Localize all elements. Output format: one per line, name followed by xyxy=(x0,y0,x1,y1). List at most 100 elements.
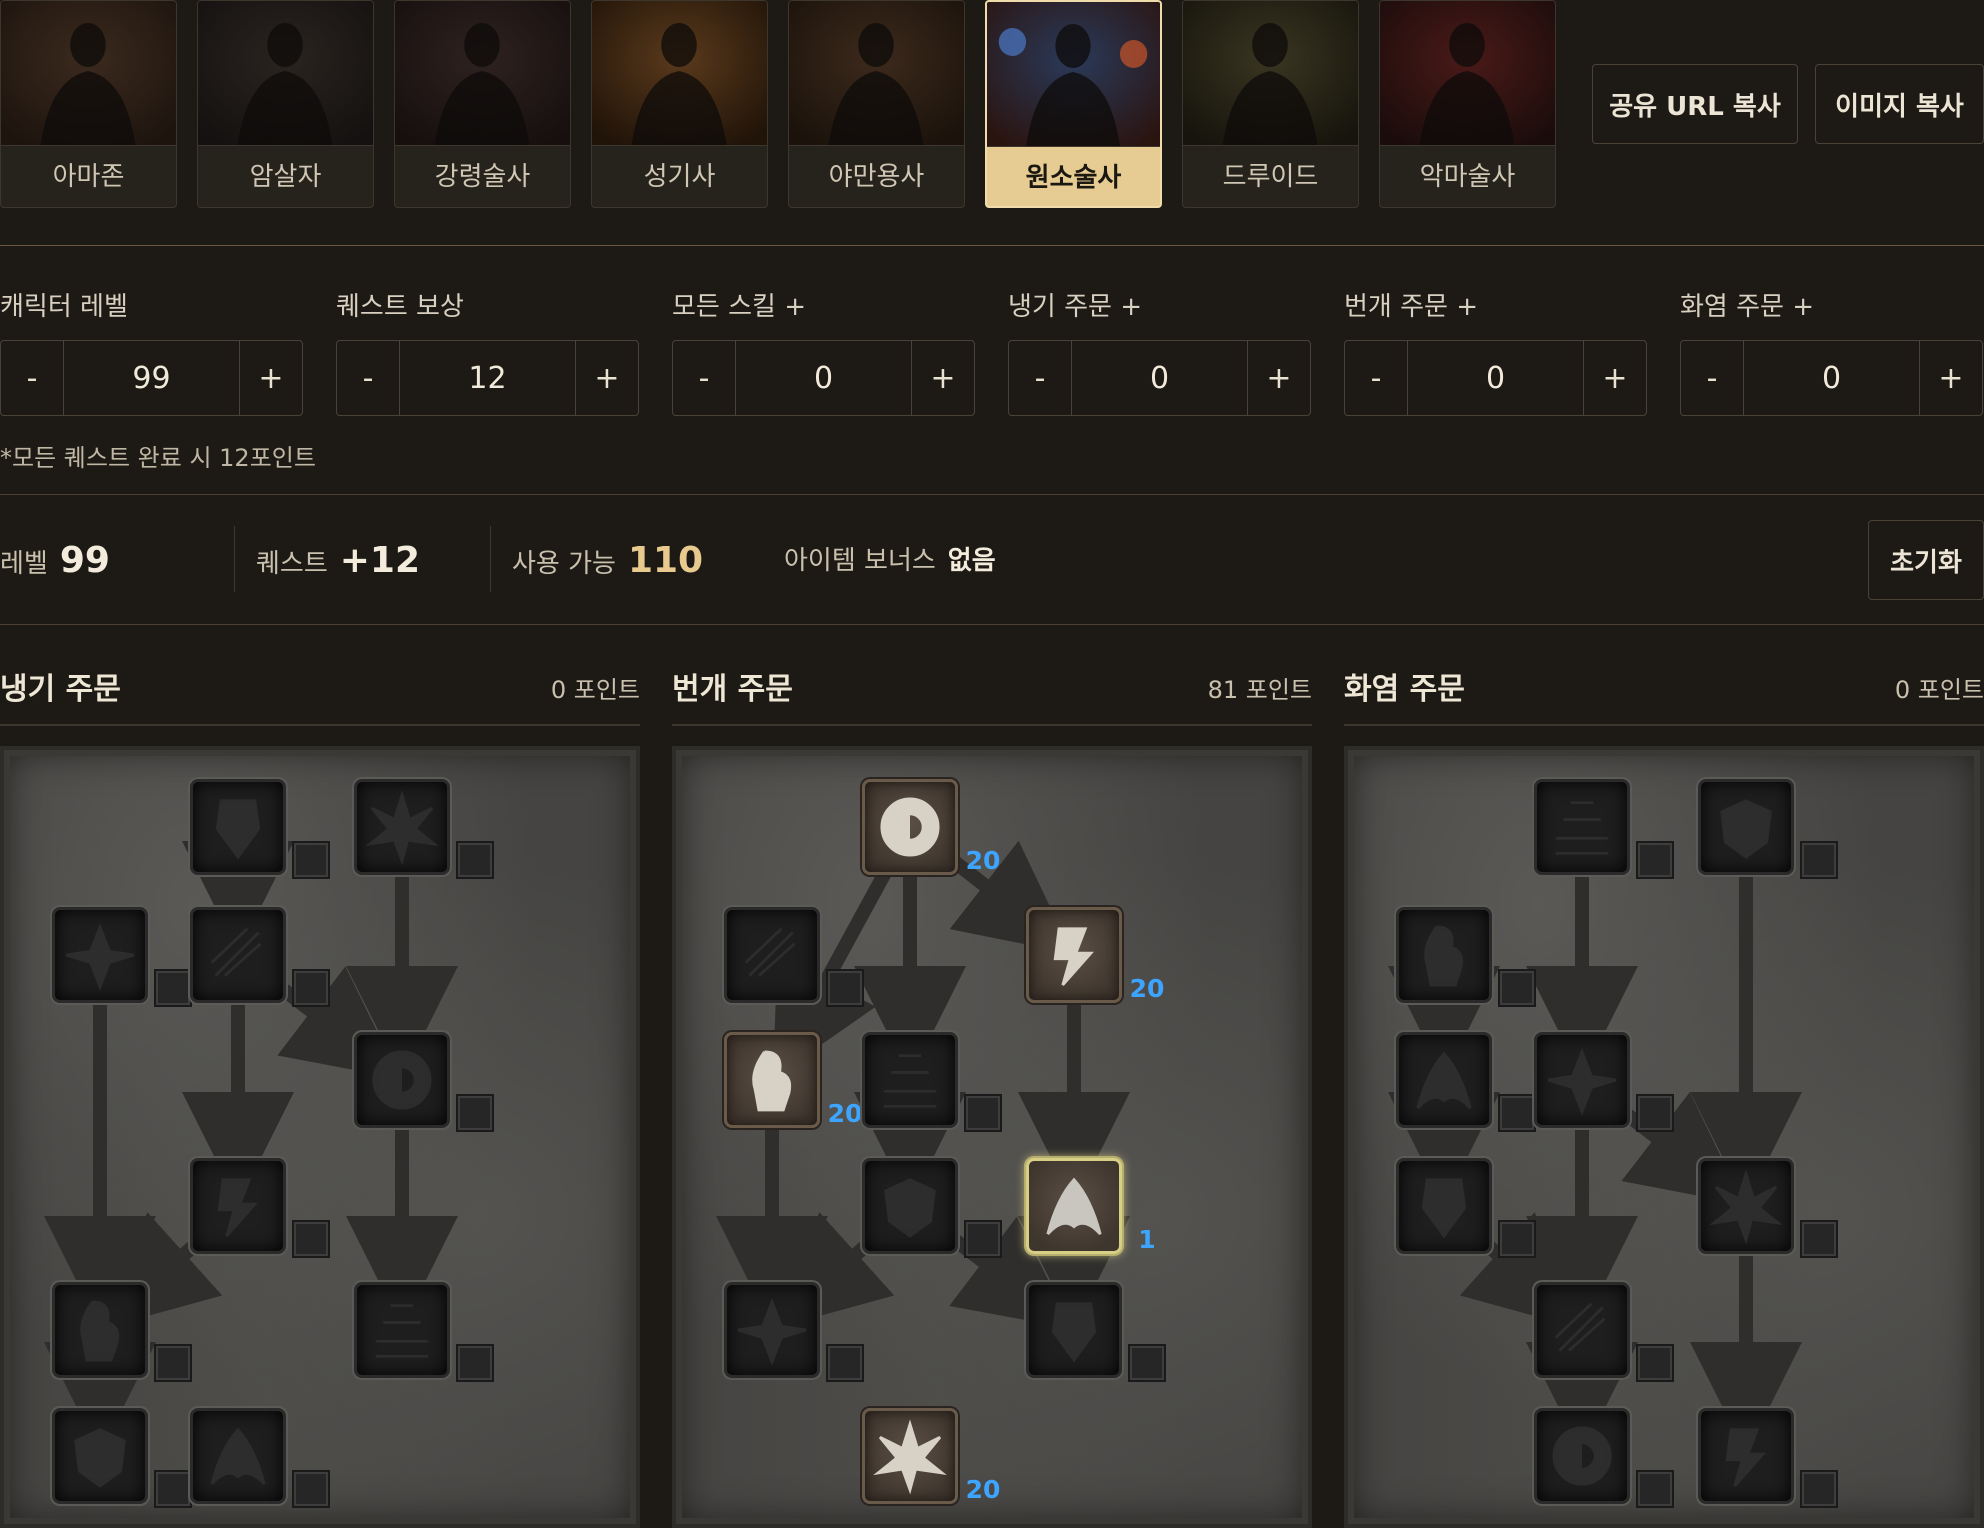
tree-title: 번개 주문 xyxy=(672,672,793,707)
stat-value-input[interactable]: 12 xyxy=(399,341,576,415)
item-bonus-label: 아이템 보너스 xyxy=(784,546,936,576)
blaze-icon xyxy=(1399,1035,1489,1125)
cold-mastery-icon xyxy=(193,1411,283,1501)
stat-stepper: -0 + xyxy=(1008,340,1311,416)
stat-stepper: -99 + xyxy=(0,340,303,416)
stat-value-input[interactable]: 0 xyxy=(1743,341,1920,415)
class-tab-4[interactable]: 성기사 xyxy=(591,0,768,208)
stat-label: 모든 스킬 + xyxy=(672,292,806,322)
warmth-icon xyxy=(1537,782,1627,872)
increment-button[interactable]: + xyxy=(912,341,974,415)
increment-button[interactable]: + xyxy=(1584,341,1646,415)
decrement-button[interactable]: - xyxy=(337,341,399,415)
decrement-button[interactable]: - xyxy=(1681,341,1743,415)
decrement-button[interactable]: - xyxy=(1,341,63,415)
warmth-skill[interactable] xyxy=(1534,779,1630,875)
ice-bolt-icon xyxy=(55,910,145,1000)
blizzard-skill[interactable] xyxy=(52,1282,148,1378)
stat-label: 캐릭터 레벨 xyxy=(0,292,128,322)
shiver-armor-skill[interactable] xyxy=(354,1032,450,1128)
chain-lightning-skill[interactable] xyxy=(862,1158,958,1254)
ice-bolt-skill[interactable] xyxy=(52,907,148,1003)
decrement-button[interactable]: - xyxy=(1345,341,1407,415)
inferno-skill[interactable] xyxy=(1698,779,1794,875)
increment-button[interactable]: + xyxy=(576,341,638,415)
fire-bolt-skill[interactable] xyxy=(1396,907,1492,1003)
increment-button[interactable]: + xyxy=(240,341,302,415)
skill-level xyxy=(1128,1344,1166,1382)
class-label: 원소술사 xyxy=(1025,163,1122,193)
copy-share-url-button[interactable]: 공유 URL 복사 xyxy=(1592,64,1798,144)
class-tab-5[interactable]: 야만용사 xyxy=(788,0,965,208)
teleport-skill[interactable] xyxy=(1026,1158,1122,1254)
copy-image-button[interactable]: 이미지 복사 xyxy=(1815,64,1984,144)
lightning-skill[interactable] xyxy=(862,1032,958,1128)
skill-level xyxy=(964,1220,1002,1258)
divider xyxy=(1344,724,1984,726)
skill-level xyxy=(1800,1220,1838,1258)
class-tab-1[interactable]: 아마존 xyxy=(0,0,177,208)
ice-blast-skill[interactable] xyxy=(190,907,286,1003)
frozen-orb-skill[interactable] xyxy=(52,1408,148,1504)
skill-level xyxy=(1800,1470,1838,1508)
skill-level xyxy=(456,1344,494,1382)
item-bonus-value: 없음 xyxy=(947,546,996,576)
nova-skill[interactable] xyxy=(724,1032,820,1128)
decrement-button[interactable]: - xyxy=(1009,341,1071,415)
level-value: 99 xyxy=(59,540,110,581)
class-tab-7[interactable]: 드루이드 xyxy=(1182,0,1359,208)
increment-button[interactable]: + xyxy=(1248,341,1310,415)
quest-value: +12 xyxy=(339,540,421,581)
increment-button[interactable]: + xyxy=(1920,341,1982,415)
lightning-mastery-skill[interactable] xyxy=(862,1408,958,1504)
hydra-icon xyxy=(1701,1411,1791,1501)
chilling-armor-skill[interactable] xyxy=(354,1282,450,1378)
nova-icon xyxy=(727,1035,817,1125)
skill-level xyxy=(1636,841,1674,879)
thunder-storm-skill[interactable] xyxy=(724,1282,820,1378)
skill-level xyxy=(1636,1344,1674,1382)
static-field-skill[interactable] xyxy=(862,779,958,875)
stat-value-input[interactable]: 0 xyxy=(735,341,912,415)
skill-level: 20 xyxy=(827,1098,863,1128)
stat-value-input[interactable]: 0 xyxy=(1407,341,1584,415)
tree-title: 냉기 주문 xyxy=(0,672,121,707)
skill-tree-panel xyxy=(0,746,640,1528)
stat-value-input[interactable]: 99 xyxy=(63,341,240,415)
decrement-button[interactable]: - xyxy=(673,341,735,415)
class-portrait xyxy=(1,1,176,146)
fire-ball-skill[interactable] xyxy=(1534,1032,1630,1128)
summary-quest: 퀘스트 +12 xyxy=(256,540,420,584)
teleport-icon xyxy=(1029,1161,1119,1251)
ice-blast-icon xyxy=(193,910,283,1000)
enchant-skill[interactable] xyxy=(1698,1158,1794,1254)
frost-nova-skill[interactable] xyxy=(354,779,450,875)
meteor-icon xyxy=(1537,1285,1627,1375)
stat-value-input[interactable]: 0 xyxy=(1071,341,1248,415)
reset-button[interactable]: 초기화 xyxy=(1868,520,1984,600)
skill-level: 1 xyxy=(1138,1224,1156,1254)
fire-mastery-skill[interactable] xyxy=(1534,1408,1630,1504)
skill-level xyxy=(1636,1094,1674,1132)
skill-level xyxy=(292,1470,330,1508)
class-tab-8[interactable]: 악마술사 xyxy=(1379,0,1556,208)
telekinesis-skill[interactable] xyxy=(1026,907,1122,1003)
charged-bolt-skill[interactable] xyxy=(724,907,820,1003)
class-tab-2[interactable]: 암살자 xyxy=(197,0,374,208)
class-tab-3[interactable]: 강령술사 xyxy=(394,0,571,208)
glacial-spike-skill[interactable] xyxy=(190,1158,286,1254)
frozen-armor-skill[interactable] xyxy=(190,779,286,875)
fire-wall-skill[interactable] xyxy=(1396,1158,1492,1254)
class-tab-6[interactable]: 원소술사 xyxy=(985,0,1162,208)
blaze-skill[interactable] xyxy=(1396,1032,1492,1128)
skill-level: 20 xyxy=(965,1474,1001,1504)
cold-mastery-skill[interactable] xyxy=(190,1408,286,1504)
frozen-armor-icon xyxy=(193,782,283,872)
hydra-skill[interactable] xyxy=(1698,1408,1794,1504)
skill-level xyxy=(456,841,494,879)
skill-level xyxy=(154,1344,192,1382)
chilling-armor-icon xyxy=(357,1285,447,1375)
energy-shield-skill[interactable] xyxy=(1026,1282,1122,1378)
fire-mastery-icon xyxy=(1537,1411,1627,1501)
meteor-skill[interactable] xyxy=(1534,1282,1630,1378)
